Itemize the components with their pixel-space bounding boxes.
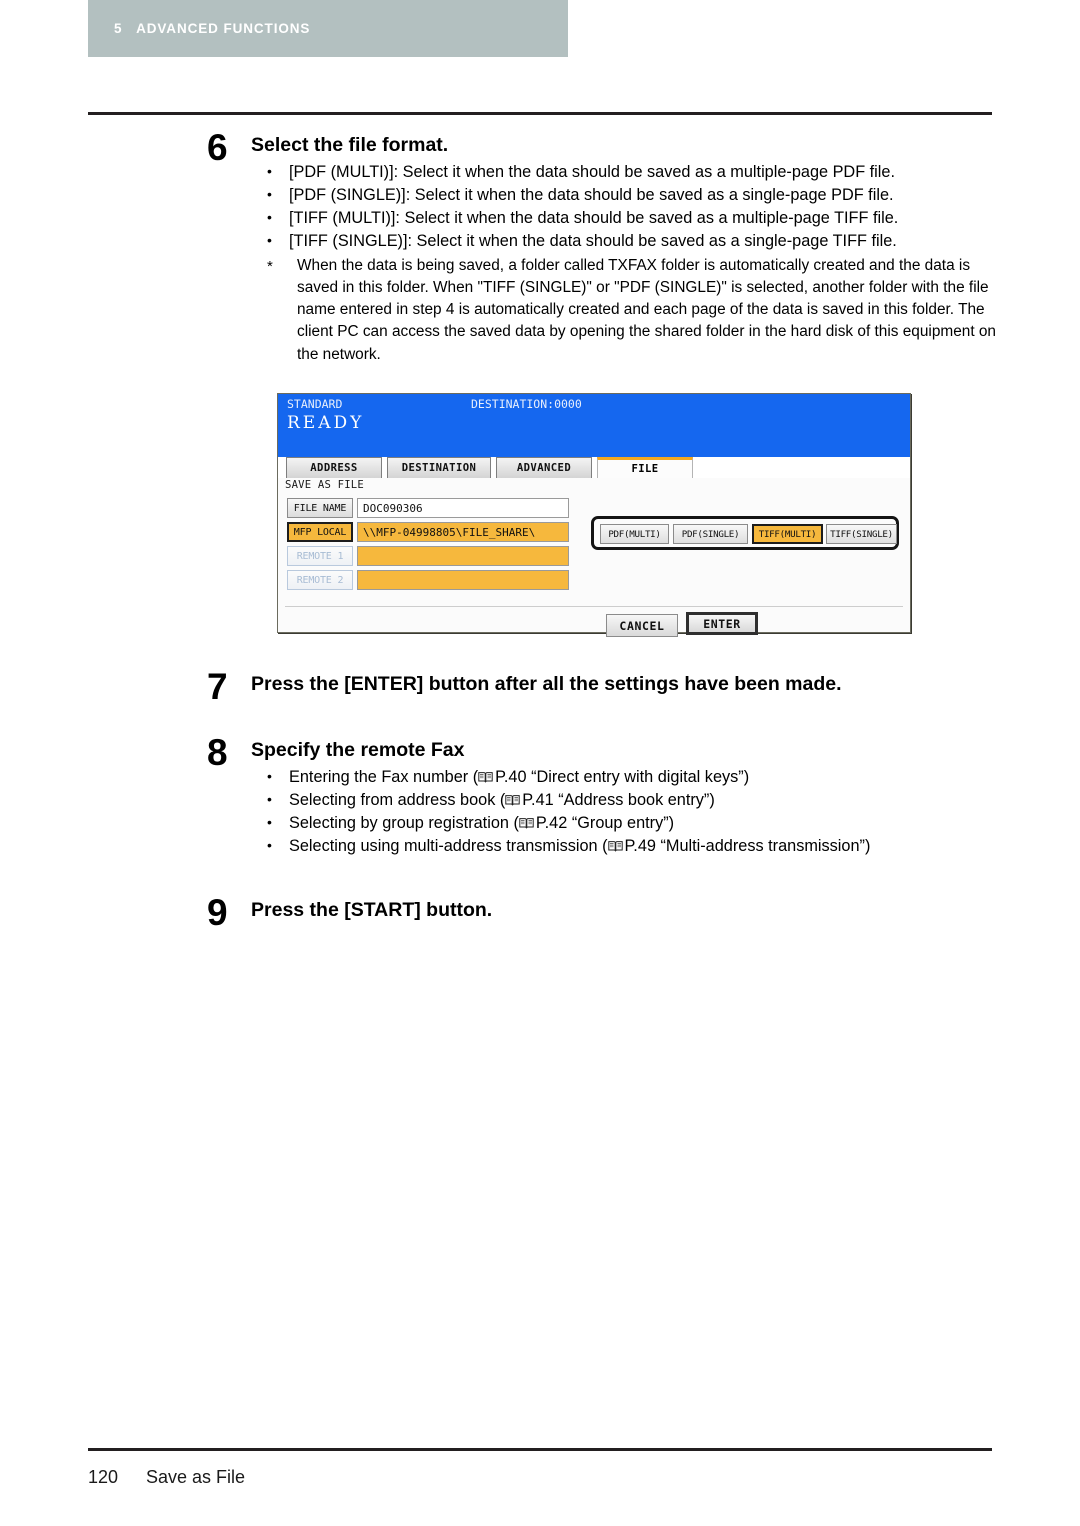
ref-page: P.40 — [495, 768, 527, 786]
file-name-input[interactable]: DOC090306 — [357, 498, 569, 518]
step-7-number: 7 — [207, 666, 228, 707]
mfp-local-button[interactable]: MFP LOCAL — [287, 522, 353, 542]
step-9: 9 Press the [START] button. — [207, 892, 997, 933]
step-9-title: Press the [START] button. — [251, 899, 493, 921]
ref-text-before: Selecting using multi-address transmissi… — [289, 837, 608, 856]
list-item: Selecting from address book ( P.41 “Addre… — [251, 788, 997, 812]
book-icon — [478, 767, 493, 783]
ref-quote: “Address book entry” — [558, 791, 710, 810]
cancel-button[interactable]: CANCEL — [606, 614, 678, 637]
device-status-header: STANDARD DESTINATION:0000 READY — [278, 394, 910, 457]
list-item: [TIFF (SINGLE)]: Select it when the data… — [251, 229, 997, 253]
ref-text-after: ) — [709, 791, 715, 810]
tab-destination[interactable]: DESTINATION — [387, 457, 491, 478]
ref-text-after: ) — [864, 837, 871, 856]
step-6-title: Select the file format. — [251, 134, 449, 156]
footer-section: Save as File — [146, 1467, 246, 1487]
step-7: 7 Press the [ENTER] button after all the… — [207, 666, 997, 707]
step-6-number: 6 — [207, 127, 228, 168]
running-head-band: 5 ADVANCED FUNCTIONS — [88, 0, 568, 57]
file-name-button[interactable]: FILE NAME — [287, 498, 353, 518]
footer: 120 Save as File — [88, 1467, 245, 1488]
ref-text-before: Selecting from address book ( — [289, 791, 506, 810]
panel-title: SAVE AS FILE — [285, 479, 364, 491]
header-divider — [88, 112, 992, 115]
device-screen-figure: STANDARD DESTINATION:0000 READY ADDRESS … — [277, 393, 911, 637]
tab-address[interactable]: ADDRESS — [286, 457, 382, 478]
save-as-file-panel: SAVE AS FILE FILE NAME DOC090306 MFP LOC… — [278, 478, 910, 637]
list-item: [TIFF (MULTI)]: Select it when the data … — [251, 206, 997, 230]
format-pdf-single-button[interactable]: PDF(SINGLE) — [673, 524, 748, 544]
step-6-bullet-list: [PDF (MULTI)]: Select it when the data s… — [251, 160, 997, 253]
list-item: [PDF (SINGLE)]: Select it when the data … — [251, 183, 997, 207]
ref-page: P.42 — [535, 814, 568, 833]
step-8-title: Specify the remote Fax — [251, 739, 465, 761]
book-icon — [519, 813, 534, 829]
remote-2-path-input[interactable] — [357, 570, 569, 590]
list-item: Entering the Fax number ( P.40 “Direct en… — [251, 765, 997, 789]
ref-page: P.41 — [522, 791, 554, 810]
list-item: Selecting by group registration ( P.42 “G… — [251, 811, 997, 835]
ref-quote: “Multi-address transmission” — [660, 837, 865, 856]
ref-text-after: ) — [668, 814, 675, 833]
device-tab-bar: ADDRESS DESTINATION ADVANCED FILE — [278, 457, 910, 478]
chapter-number: 5 — [114, 21, 123, 36]
step-7-title: Press the [ENTER] button after all the s… — [251, 673, 842, 695]
remote-2-button[interactable]: REMOTE 2 — [287, 570, 353, 590]
step-6-note: * When the data is being saved, a folder… — [251, 255, 997, 366]
ref-text-before: Entering the Fax number ( — [289, 768, 479, 786]
manual-page: 5 ADVANCED FUNCTIONS 6 Select the file f… — [0, 0, 1080, 1526]
chapter-title: ADVANCED FUNCTIONS — [136, 21, 311, 36]
note-marker: * — [267, 257, 273, 275]
step-8-reference-list: Entering the Fax number ( P.40 “Direct en… — [251, 765, 997, 858]
step-9-number: 9 — [207, 892, 228, 933]
ref-text-before: Selecting by group registration ( — [289, 814, 519, 833]
list-item: [PDF (MULTI)]: Select it when the data s… — [251, 160, 997, 184]
ref-text-after: ) — [743, 768, 750, 786]
device-destination-count: DESTINATION:0000 — [471, 397, 582, 411]
footer-divider — [88, 1448, 992, 1451]
tab-advanced[interactable]: ADVANCED — [496, 457, 592, 478]
format-tiff-single-button[interactable]: TIFF(SINGLE) — [826, 524, 897, 544]
format-tiff-multi-button[interactable]: TIFF(MULTI) — [752, 524, 823, 544]
note-text: When the data is being saved, a folder c… — [297, 256, 996, 363]
step-8-number: 8 — [207, 732, 228, 773]
remote-1-path-input[interactable] — [357, 546, 569, 566]
list-item: Selecting using multi-address transmissi… — [251, 834, 997, 858]
remote-1-button[interactable]: REMOTE 1 — [287, 546, 353, 566]
step-8: 8 Specify the remote Fax Entering the Fa… — [207, 732, 997, 858]
ref-quote: “Group entry” — [571, 814, 669, 833]
device-ready-label: READY — [287, 413, 365, 433]
tab-file[interactable]: FILE — [597, 457, 693, 478]
format-pdf-multi-button[interactable]: PDF(MULTI) — [600, 524, 669, 544]
enter-button[interactable]: ENTER — [686, 612, 758, 635]
ref-quote: “Direct entry with digital keys” — [531, 768, 744, 786]
book-icon — [607, 836, 623, 852]
page-number: 120 — [88, 1467, 119, 1487]
step-6: 6 Select the file format. [PDF (MULTI)]:… — [207, 127, 997, 366]
mfp-local-path-input[interactable]: \\MFP-04998805\FILE_SHARE\ — [357, 522, 569, 542]
ref-page: P.49 — [624, 837, 656, 856]
file-format-callout-group: PDF(MULTI) PDF(SINGLE) TIFF(MULTI) TIFF(… — [591, 516, 899, 550]
panel-divider — [285, 606, 903, 607]
device-mode-label: STANDARD — [287, 397, 343, 411]
book-icon — [505, 790, 520, 806]
